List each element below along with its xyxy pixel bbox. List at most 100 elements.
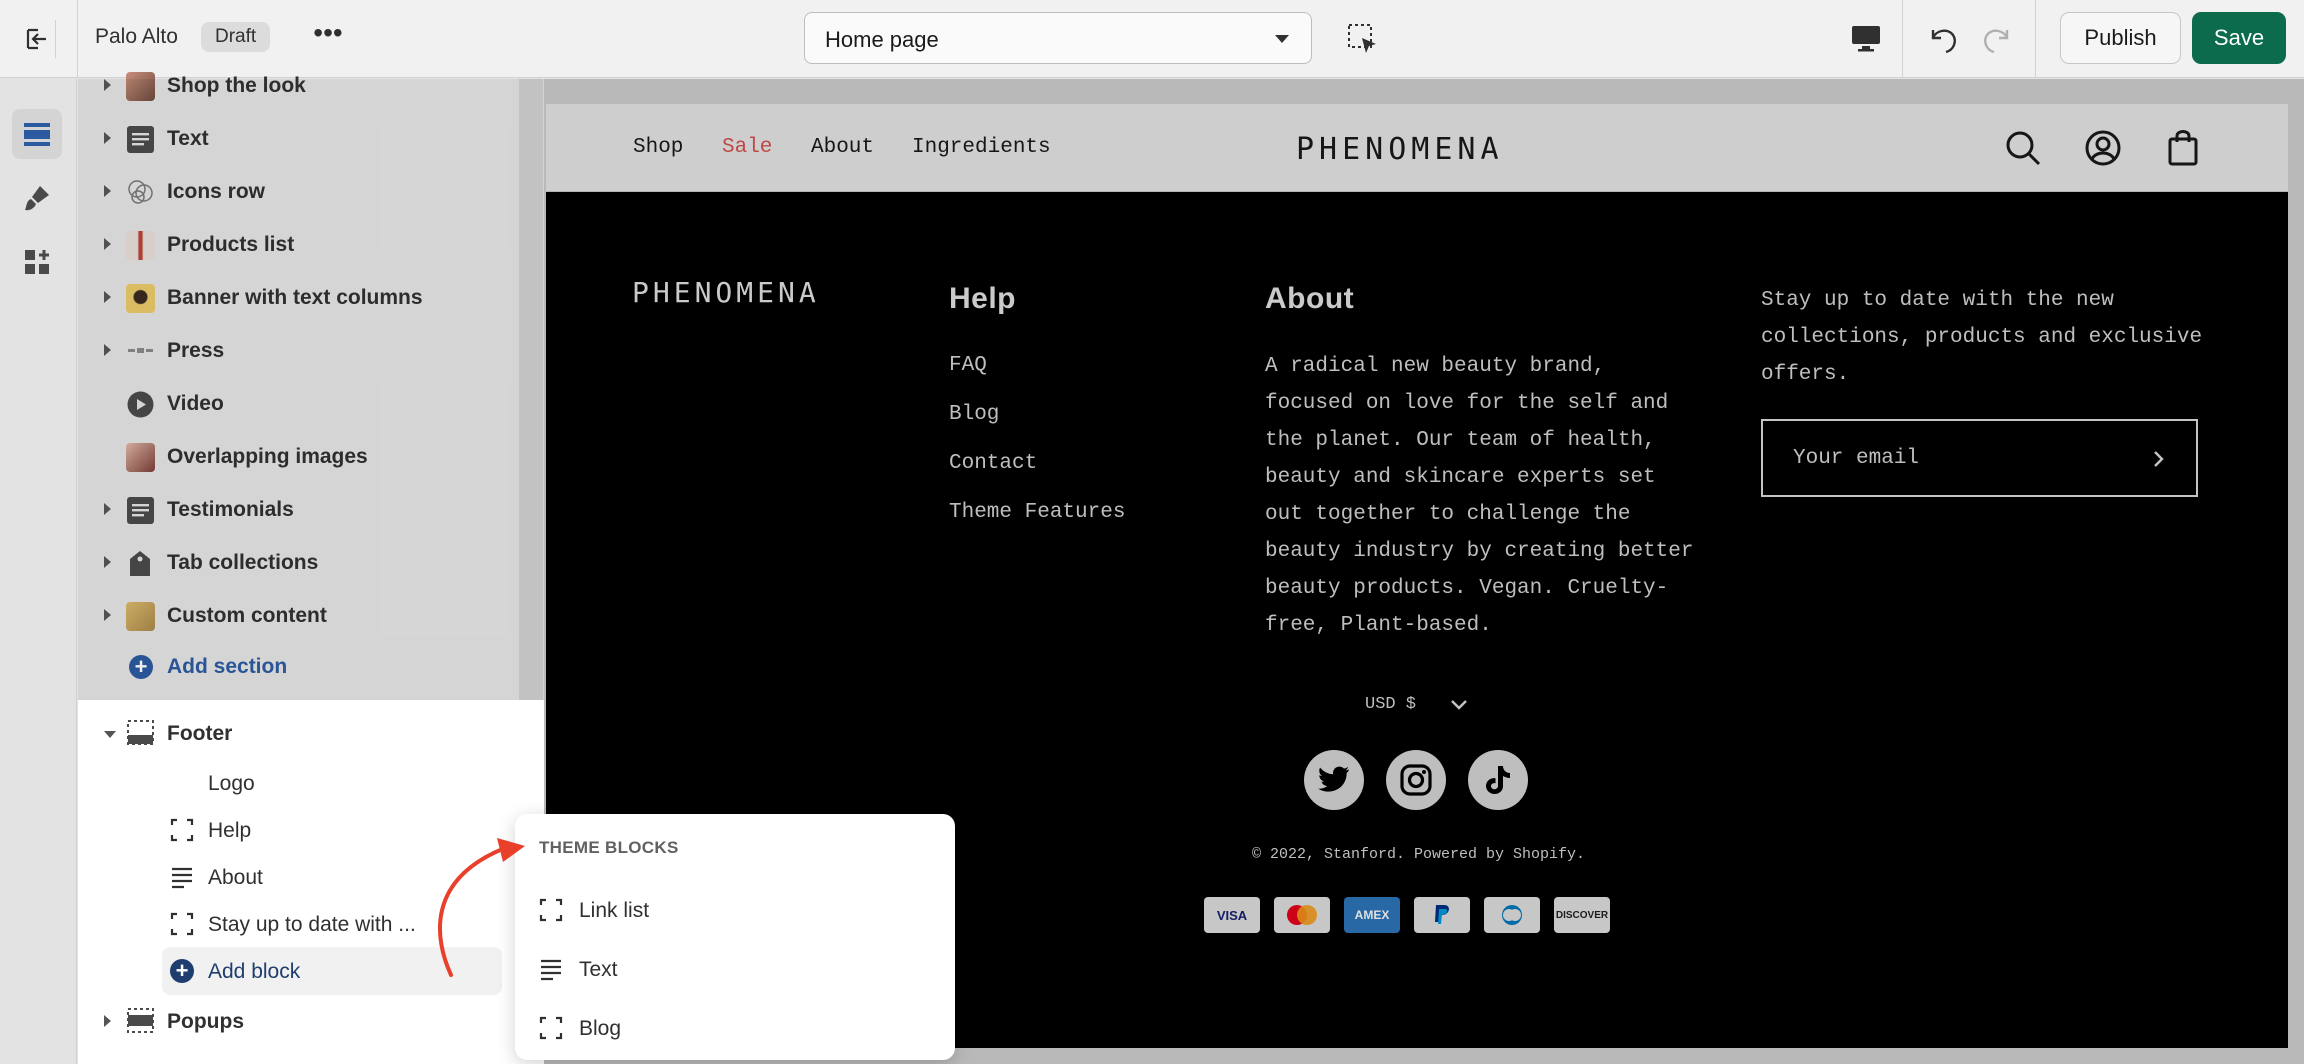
- footer-about-heading: About: [1265, 282, 1355, 315]
- inspector-icon[interactable]: [1346, 22, 1380, 56]
- tiktok-icon[interactable]: [1468, 750, 1528, 810]
- block-label: Stay up to date with ...: [208, 913, 416, 936]
- amex-icon: AMEX: [1344, 897, 1400, 933]
- paypal-icon: [1414, 897, 1470, 933]
- expand-arrow-icon[interactable]: [104, 79, 111, 91]
- footer-link-blog[interactable]: Blog: [949, 403, 999, 426]
- store-logo[interactable]: PHENOMENA: [1296, 132, 1504, 167]
- expand-arrow-icon[interactable]: [104, 503, 111, 515]
- expand-arrow-icon[interactable]: [104, 556, 111, 568]
- block-option-link-list[interactable]: Link list: [539, 888, 939, 932]
- nav-link-shop[interactable]: Shop: [633, 136, 683, 159]
- theme-settings-icon[interactable]: [12, 173, 62, 223]
- chevron-down-icon[interactable]: [1450, 698, 1468, 716]
- plus-icon: +: [170, 959, 194, 983]
- twitter-icon[interactable]: [1304, 750, 1364, 810]
- footer-section-row[interactable]: Footer: [78, 711, 518, 755]
- expand-arrow-icon[interactable]: [104, 132, 111, 144]
- save-button[interactable]: Save: [2192, 12, 2286, 64]
- currency-selector[interactable]: USD $: [1365, 695, 1416, 714]
- app-embeds-icon[interactable]: [12, 237, 62, 287]
- text-icon: [126, 496, 155, 525]
- nav-link-ingredients[interactable]: Ingredients: [912, 136, 1051, 159]
- section-testimonials[interactable]: Testimonials: [78, 485, 518, 533]
- image-thumb-icon: [126, 231, 155, 260]
- expand-arrow-icon[interactable]: [104, 185, 111, 197]
- section-video[interactable]: Video: [78, 379, 518, 427]
- section-label: Testimonials: [167, 498, 294, 521]
- link-list-icon: [539, 898, 563, 927]
- press-thumb-icon: [126, 337, 155, 366]
- icons-thumb-icon: [126, 178, 155, 207]
- footer-label: Footer: [167, 722, 233, 745]
- section-products-list[interactable]: Products list: [78, 220, 518, 268]
- add-section-label: Add section: [167, 655, 288, 678]
- desktop-preview-icon[interactable]: [1848, 20, 1884, 56]
- expand-arrow-icon[interactable]: [104, 1015, 111, 1027]
- diners-icon: [1484, 897, 1540, 933]
- collapse-arrow-icon[interactable]: [104, 731, 116, 738]
- footer-help-heading: Help: [949, 282, 1017, 315]
- footer-link-faq[interactable]: FAQ: [949, 354, 987, 377]
- footer-email-input[interactable]: Your email: [1761, 419, 2198, 497]
- account-icon[interactable]: [2084, 129, 2122, 172]
- page-selector-value: Home page: [825, 27, 939, 52]
- option-label: Link list: [579, 899, 650, 922]
- redo-icon[interactable]: [1978, 20, 2016, 58]
- block-option-blog[interactable]: Blog: [539, 1006, 939, 1050]
- section-popups[interactable]: Popups: [78, 999, 518, 1043]
- option-label: Text: [579, 958, 618, 981]
- image-thumb-icon: [126, 72, 155, 101]
- more-actions-button[interactable]: •••: [310, 19, 346, 52]
- footer-logo[interactable]: PHENOMENA: [632, 276, 820, 309]
- chevron-right-icon[interactable]: [2152, 449, 2166, 474]
- section-label: Shop the look: [167, 74, 306, 97]
- footer-link-contact[interactable]: Contact: [949, 452, 1037, 475]
- section-press[interactable]: Press: [78, 326, 518, 374]
- section-custom-content[interactable]: Custom content: [78, 591, 518, 639]
- add-section-button[interactable]: + Add section: [78, 645, 518, 689]
- section-text[interactable]: Text: [78, 114, 518, 162]
- block-option-text[interactable]: Text: [539, 947, 939, 991]
- footer-about-text: A radical new beauty brand, focused on l…: [1265, 355, 1694, 637]
- block-label: About: [208, 866, 263, 889]
- section-label: Tab collections: [167, 551, 319, 574]
- exit-icon[interactable]: [18, 20, 56, 58]
- cart-icon[interactable]: [2166, 127, 2200, 172]
- popups-label: Popups: [167, 1010, 244, 1033]
- search-icon[interactable]: [2004, 129, 2042, 172]
- copyright-text: © 2022, Stanford. Powered by Shopify.: [1252, 846, 1586, 863]
- undo-icon[interactable]: [1924, 20, 1962, 58]
- publish-button[interactable]: Publish: [2060, 12, 2181, 64]
- section-tab-collections[interactable]: Tab collections: [78, 538, 518, 586]
- instagram-icon[interactable]: [1386, 750, 1446, 810]
- page-selector[interactable]: Home page: [804, 12, 1312, 64]
- section-label: Text: [167, 127, 209, 150]
- block-label: Logo: [208, 772, 255, 795]
- section-shop-the-look[interactable]: Shop the look: [78, 61, 518, 109]
- blog-block-icon: [539, 1016, 563, 1045]
- text-lines-icon: [539, 957, 563, 986]
- block-logo[interactable]: Logo: [78, 761, 518, 805]
- newsletter-block-icon: [170, 912, 194, 941]
- nav-link-sale[interactable]: Sale: [722, 136, 772, 159]
- section-banner-with-text-columns[interactable]: Banner with text columns: [78, 273, 518, 321]
- expand-arrow-icon[interactable]: [104, 238, 111, 250]
- store-header: Shop Sale About Ingredients PHENOMENA: [546, 104, 2288, 192]
- image-thumb-icon: [126, 284, 155, 313]
- nav-link-about[interactable]: About: [811, 136, 874, 159]
- image-thumb-icon: [126, 443, 155, 472]
- sections-icon[interactable]: [12, 109, 62, 159]
- expand-arrow-icon[interactable]: [104, 291, 111, 303]
- section-overlapping-images[interactable]: Overlapping images: [78, 432, 518, 480]
- text-icon: [126, 125, 155, 154]
- option-label: Blog: [579, 1017, 622, 1040]
- section-icons-row[interactable]: Icons row: [78, 167, 518, 215]
- draft-badge: Draft: [201, 22, 271, 52]
- visa-icon: VISA: [1204, 897, 1260, 933]
- section-label: Custom content: [167, 604, 327, 627]
- footer-link-theme-features[interactable]: Theme Features: [949, 501, 1125, 524]
- expand-arrow-icon[interactable]: [104, 609, 111, 621]
- popover-title: THEME BLOCKS: [539, 838, 679, 857]
- expand-arrow-icon[interactable]: [104, 344, 111, 356]
